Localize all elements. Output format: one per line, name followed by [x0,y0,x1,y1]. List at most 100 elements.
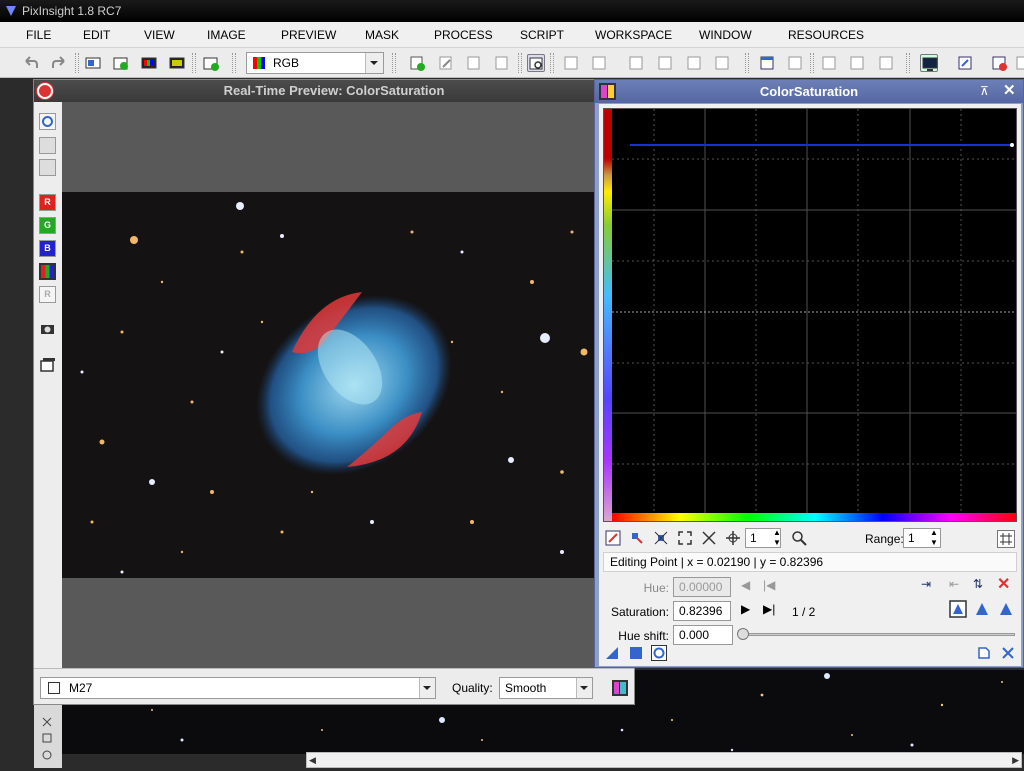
spin-arrows-icon[interactable]: ▲ ▼ [773,528,781,548]
channel-lum-button[interactable]: R [39,286,56,303]
delete-icon[interactable] [493,54,511,72]
last-point-icon[interactable]: ▶| [763,602,775,616]
apply-global-icon[interactable] [629,646,643,660]
channel-g-button[interactable]: G [39,217,56,234]
monitor-icon[interactable] [920,54,938,72]
zoom-icon[interactable] [791,530,807,546]
shade-icon[interactable]: ⊼ [980,84,989,98]
process-icon[interactable] [611,679,629,697]
new-instance-icon[interactable] [605,646,619,660]
toolbar-icon-b[interactable] [590,54,608,72]
hue-vertical-band [604,109,612,521]
toolbar-icon-g[interactable] [758,54,776,72]
toolbar-icon-k[interactable] [877,54,895,72]
first-point-icon[interactable]: |◀ [763,578,775,592]
select-point-icon[interactable] [629,530,645,546]
new-preview-icon[interactable] [202,54,220,72]
interp-akima-icon[interactable] [973,600,991,618]
menu-mask[interactable]: MASK [365,28,399,42]
menu-file[interactable]: FILE [26,28,51,42]
prev-point-icon[interactable]: ◀ [741,578,750,592]
menu-preview[interactable]: PREVIEW [281,28,336,42]
toolbar-icon-c[interactable] [627,54,645,72]
redo-icon[interactable] [50,54,68,72]
menu-view[interactable]: VIEW [144,28,175,42]
hue-shift-field[interactable]: 0.000 [673,625,733,645]
toolbar-icon-f[interactable] [713,54,731,72]
preview-title: Real-Time Preview: ColorSaturation [34,80,634,102]
delete-curve-icon[interactable]: ✕ [997,574,1010,594]
horizontal-scrollbar[interactable]: ◀ ▶ [306,752,1022,768]
view-select[interactable]: M27 [40,677,436,699]
saturation-curve-editor[interactable] [603,108,1017,522]
toolbar-icon-d[interactable] [656,54,674,72]
reset-icon[interactable] [1001,646,1015,660]
edit-icon[interactable] [437,54,455,72]
toolbar-icon-j[interactable] [848,54,866,72]
open-image-icon[interactable] [112,54,130,72]
chevron-down-icon[interactable] [365,53,383,73]
camera-icon[interactable] [39,320,56,337]
point-counter: 1 / 2 [792,605,816,619]
hue-shift-slider[interactable] [741,633,1015,636]
saturation-field[interactable]: 0.82396 [673,601,731,621]
color-image-icon[interactable] [168,54,186,72]
toolbar-icon-m[interactable] [1014,54,1024,72]
edit-point-icon[interactable] [605,530,621,546]
documentation-icon[interactable] [977,646,991,660]
close-icon[interactable]: ✕ [1003,81,1016,99]
mirror-icon[interactable]: ⇤ [949,577,959,591]
action-icon[interactable] [465,54,483,72]
channel-b-button[interactable]: B [39,240,56,257]
toolbar-icon-a[interactable] [562,54,580,72]
interp-cubic-icon[interactable] [949,600,967,618]
interp-linear-icon[interactable] [997,600,1015,618]
toolbar-icon-e[interactable] [685,54,703,72]
grid-icon[interactable] [997,530,1015,548]
split-view-icon[interactable] [39,137,56,154]
toolbar-icon-h[interactable] [786,54,804,72]
toolbar-icon-l[interactable] [956,54,974,72]
toolbar-close-icon[interactable] [990,54,1008,72]
scroll-left-icon[interactable]: ◀ [309,755,316,766]
chevron-down-icon[interactable] [419,678,435,698]
preview-close-icon[interactable] [37,83,53,99]
invert-icon[interactable]: ⇥ [921,577,931,591]
mask-tool-strip [34,702,62,768]
scroll-right-icon[interactable]: ▶ [1012,755,1019,766]
pan-icon[interactable] [725,530,741,546]
channel-select[interactable]: RGB [246,52,384,74]
add-icon[interactable] [408,54,426,72]
rgb-image-icon[interactable] [140,54,158,72]
new-image-icon[interactable] [84,54,102,72]
next-point-icon[interactable]: ▶ [741,602,750,616]
preview-mode-icon[interactable] [527,54,545,72]
menu-script[interactable]: SCRIPT [520,28,564,42]
menu-resources[interactable]: RESOURCES [788,28,864,42]
channel-rgb-button[interactable] [39,263,56,280]
undo-icon[interactable] [22,54,40,72]
hue-shift-slider-handle[interactable] [737,628,749,640]
realtime-preview-icon[interactable] [651,645,667,661]
zoom-out-icon[interactable] [701,530,717,546]
menu-process[interactable]: PROCESS [434,28,493,42]
chevron-down-icon[interactable] [576,678,592,698]
menu-image[interactable]: IMAGE [207,28,246,42]
hue-label: Hue: [643,581,669,595]
menu-edit[interactable]: EDIT [83,28,110,42]
spin-arrows-icon[interactable]: ▲ ▼ [930,528,938,548]
circle-mode-icon[interactable] [39,113,56,130]
windows-icon[interactable] [39,356,56,373]
reset-point-icon[interactable]: ⇅ [973,577,983,591]
hue-field[interactable]: 0.00000 [673,577,731,597]
zoom-fit-icon[interactable] [677,530,693,546]
channel-r-button[interactable]: R [39,194,56,211]
compare-view-icon[interactable] [39,159,56,176]
preview-image-canvas[interactable] [62,102,594,668]
delete-point-icon[interactable] [653,530,669,546]
menu-workspace[interactable]: WORKSPACE [595,28,672,42]
quality-select[interactable]: Smooth [499,677,593,699]
menu-window[interactable]: WINDOW [699,28,752,42]
editing-point-readout: Editing Point | x = 0.02190 | y = 0.8239… [603,552,1017,572]
toolbar-icon-i[interactable] [820,54,838,72]
